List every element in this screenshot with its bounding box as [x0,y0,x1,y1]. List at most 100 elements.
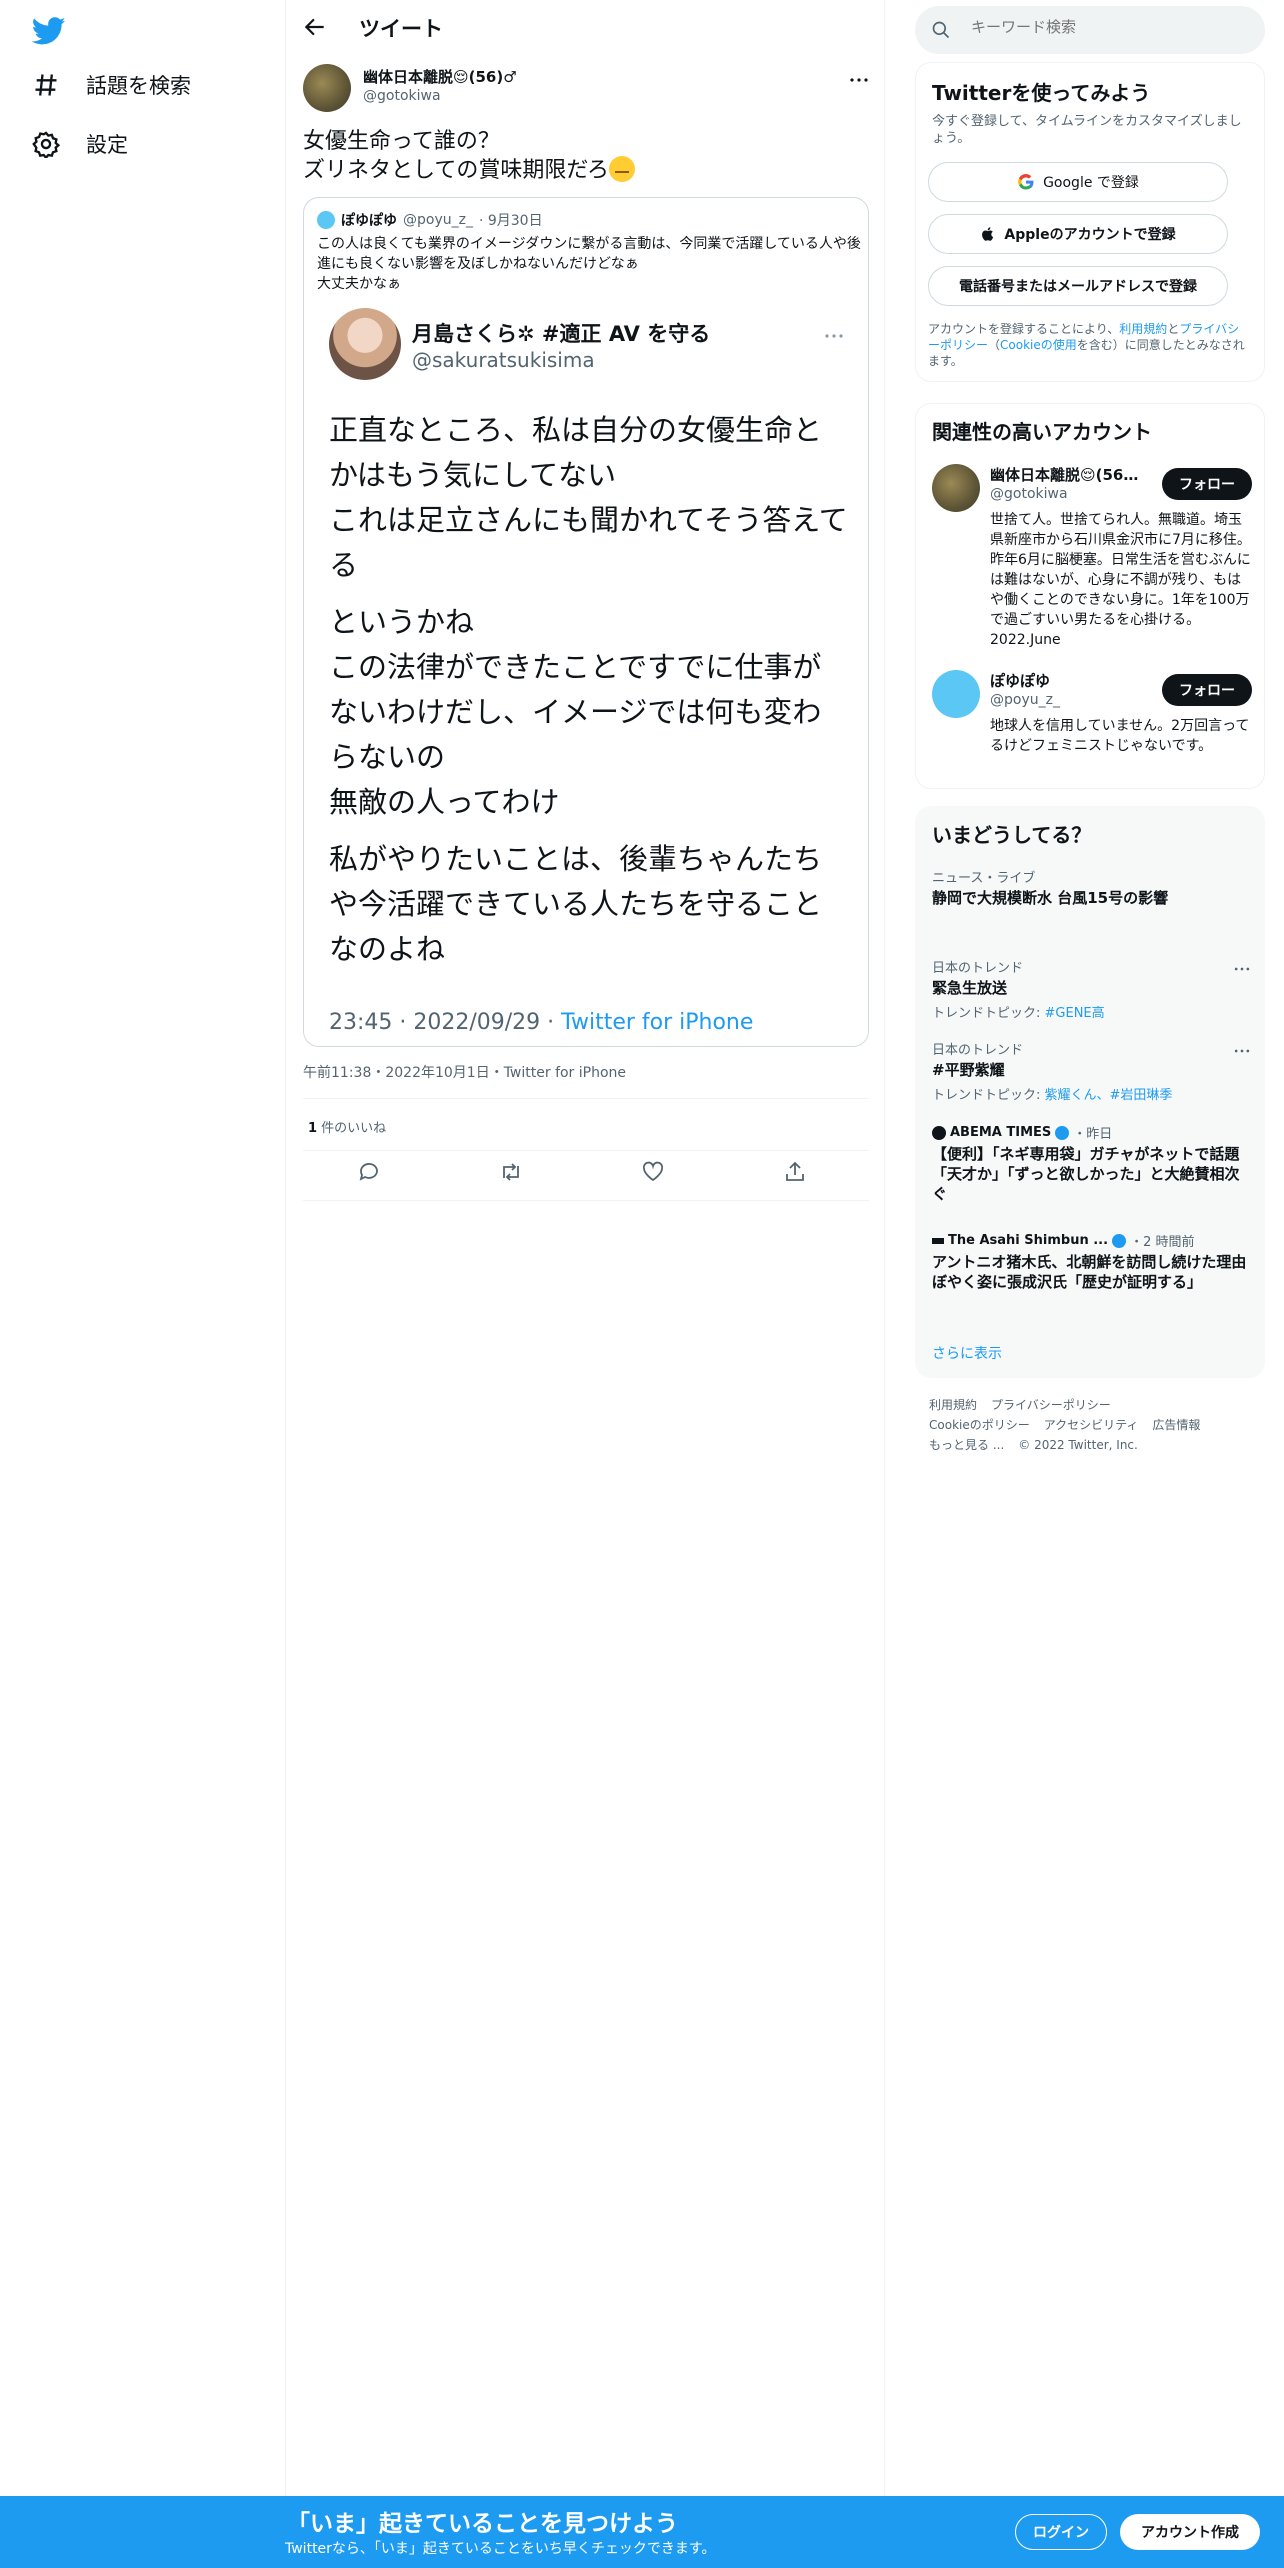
nav-explore[interactable]: 話題を検索 [32,70,191,100]
google-signup-button[interactable]: Google で登録 [928,162,1228,202]
twitter-bird-icon[interactable] [30,14,68,48]
news-item[interactable]: ABEMA TIMES ・昨日 【便利】「ネギ専用袋」ガチャがネットで話題 「天… [932,1123,1255,1204]
reply-icon[interactable] [357,1160,381,1184]
related-name: ぽゆぽゆ [990,672,1051,690]
page-header: ツイート [286,0,886,54]
verified-badge-icon [1112,1233,1127,1248]
phone-email-signup-button[interactable]: 電話番号またはメールアドレスで登録 [928,266,1228,306]
screenshot-paragraph: 正直なところ、私は自分の女優生命とかはもう気にしてない これは足立さんにも聞かれ… [329,413,848,582]
search-input[interactable] [971,18,1241,36]
tweet-text: 女優生命って誰の？ ズリネタとしての賞味期限だろ [303,128,863,185]
terms-link[interactable]: 利用規約 [1119,322,1167,336]
tweet-timestamp[interactable]: 午前11:38・2022年10月1日・Twitter for iPhone [303,1062,626,1082]
search-bar[interactable] [915,6,1265,54]
share-icon[interactable] [783,1160,807,1184]
nav-settings[interactable]: 設定 [32,129,128,159]
related-bio: 地球人を信用していません。2万回言ってるけどフェミニストじゃないです。 [990,718,1250,754]
author-name[interactable]: 幽体日本離脱😌(56)♂ [363,66,517,87]
divider [303,1200,869,1201]
trend-topics: トレンドトピック: 紫耀くん、#岩田琳季 [932,1084,1252,1103]
related-account[interactable]: 幽体日本離脱😌(56)... @gotokiwa 世捨て人。世捨てられ人。無職道… [932,464,1252,648]
signup-title: Twitterを使ってみよう [932,81,1151,105]
screenshot-author-handle: @sakuratsukisima [412,348,595,372]
search-icon [932,21,950,39]
cookie-link[interactable]: Cookieの使用 [1000,338,1077,352]
login-button[interactable]: ログイン [1015,2514,1107,2550]
signup-card: Twitterを使ってみよう 今すぐ登録して、タイムラインをカスタマイズしましょ… [915,62,1265,382]
author-handle[interactable]: @gotokiwa [363,88,441,104]
trend-context: 日本のトレンド [932,1043,1024,1058]
retweet-icon[interactable] [499,1160,523,1184]
google-signup-label: Google で登録 [1043,175,1139,191]
related-handle: @gotokiwa [990,486,1068,502]
left-navigation: 話題を検索 設定 [0,0,285,2568]
follow-button[interactable]: フォロー [1162,674,1252,706]
screenshot-paragraph: 私がやりたいことは、後輩ちゃんたちや今活躍できている人たちを守ることなのよね [329,842,823,966]
trend-item[interactable]: ニュース・ライブ 静岡で大規模断水 台風15号の影響 [932,867,1252,908]
related-account[interactable]: ぽゆぽゆ @poyu_z_ 地球人を信用していません。2万回言ってるけどフェミニ… [932,670,1252,780]
more-options-icon[interactable] [847,68,871,92]
quoted-tweet-header: ぽゆぽゆ @poyu_z_ · 9月30日 [317,210,543,230]
screenshot-more-icon [825,334,843,338]
trend-topics: トレンドトピック: #GENE高 [932,1002,1252,1021]
author-avatar[interactable] [303,64,351,112]
footer-link[interactable]: Cookieのポリシー [929,1418,1030,1432]
related-avatar [932,464,980,512]
show-more-link[interactable]: さらに表示 [932,1343,1002,1363]
apple-logo-icon [982,227,994,241]
signup-button[interactable]: アカウント作成 [1120,2514,1260,2550]
more-options-icon[interactable] [1232,959,1252,979]
footer-links: 利用規約 プライバシーポリシー Cookieのポリシー アクセシビリティ 広告情報 も… [929,1395,1259,1455]
related-name: 幽体日本離脱😌(56)... [990,466,1140,484]
news-title: アントニオ猪木氏、北朝鮮を訪問し続けた理由 ぼやく姿に張成沢氏「歴史が証明する」 [932,1253,1262,1291]
news-item[interactable]: The Asahi Shimbun ... ・2 時間前 アントニオ猪木氏、北朝… [932,1231,1262,1292]
trend-item[interactable]: 日本のトレンド #平野紫耀 トレンドトピック: 紫耀くん、#岩田琳季 [932,1039,1252,1103]
asahi-logo-icon [932,1237,944,1244]
tweet-actions [303,1160,869,1192]
news-source-line: ABEMA TIMES ・昨日 [932,1123,1252,1142]
quoted-tweet[interactable]: ぽゆぽゆ @poyu_z_ · 9月30日 この人は良くても業界のイメージダウン… [303,197,869,1047]
legal-prefix: アカウントを登録することにより、 [928,322,1120,336]
related-title: 関連性の高いアカウント [932,420,1152,444]
news-source-line: The Asahi Shimbun ... ・2 時間前 [932,1231,1252,1250]
trend-context: ニュース・ライブ [932,871,1036,886]
footer-link[interactable]: もっと見る ... [929,1438,1004,1452]
like-heart-icon[interactable] [641,1160,665,1184]
screenshot-body: 正直なところ、私は自分の女優生命とかはもう気にしてない これは足立さんにも聞かれ… [329,408,849,984]
related-handle: @poyu_z_ [990,692,1060,708]
trend-topics-prefix: トレンドトピック: [932,1006,1045,1021]
screenshot-time: 23:45 · 2022/09/29 · [329,1010,562,1035]
related-avatar [932,670,980,718]
verified-badge-icon [1055,1125,1070,1140]
trend-context: 日本のトレンド [932,961,1024,976]
trend-topics-prefix: トレンドトピック: [932,1088,1045,1103]
trends-card: いまどうしてる？ ニュース・ライブ 静岡で大規模断水 台風15号の影響 日本のト… [915,806,1265,1378]
trend-topics-tags[interactable]: #GENE高 [1045,1006,1105,1021]
expressionless-face-emoji-icon [609,156,636,182]
trend-title: 緊急生放送 [932,979,1008,997]
news-title: 【便利】「ネギ専用袋」ガチャがネットで話題 「天才か」「ずっと欲しかった」と大絶… [932,1145,1255,1203]
trend-title: 静岡で大規模断水 台風15号の影響 [932,889,1169,907]
tweet-author: 幽体日本離脱😌(56)♂ @gotokiwa [303,64,873,116]
trend-topics-tags[interactable]: 紫耀くん、#岩田琳季 [1045,1088,1173,1103]
hashtag-icon [35,74,57,96]
divider [303,1150,869,1151]
likes-count[interactable]: 1 件のいいね [308,1117,386,1136]
likes-number: 1 [308,1121,318,1136]
quoted-tweet-text: この人は良くても業界のイメージダウンに繋がる言動は、今同業で活躍している人や後進… [317,236,861,292]
footer-link[interactable]: プライバシーポリシー [991,1398,1111,1412]
follow-button[interactable]: フォロー [1162,468,1252,500]
footer-link[interactable]: 広告情報 [1152,1418,1200,1432]
apple-signup-button[interactable]: Appleのアカウントで登録 [928,214,1228,254]
abema-logo-icon [932,1125,946,1140]
trend-item[interactable]: 日本のトレンド 緊急生放送 トレンドトピック: #GENE高 [932,957,1252,1021]
back-arrow-icon[interactable] [302,14,328,40]
screenshot-paragraph: というかね この法律ができたことですでに仕事がないわけだし、イメージでは何も変わ… [329,605,822,819]
footer-link[interactable]: アクセシビリティ [1044,1418,1139,1432]
nav-settings-label: 設定 [86,133,128,157]
gear-icon [32,131,60,158]
quoted-tweet-screenshot-image[interactable]: 月島さくら✲ #適正 AV を守る @sakuratsukisima 正直なとこ… [304,298,868,1046]
more-options-icon[interactable] [1232,1041,1252,1061]
footer-link[interactable]: 利用規約 [929,1398,977,1412]
screenshot-footer: 23:45 · 2022/09/29 · Twitter for iPhone [329,1010,753,1035]
